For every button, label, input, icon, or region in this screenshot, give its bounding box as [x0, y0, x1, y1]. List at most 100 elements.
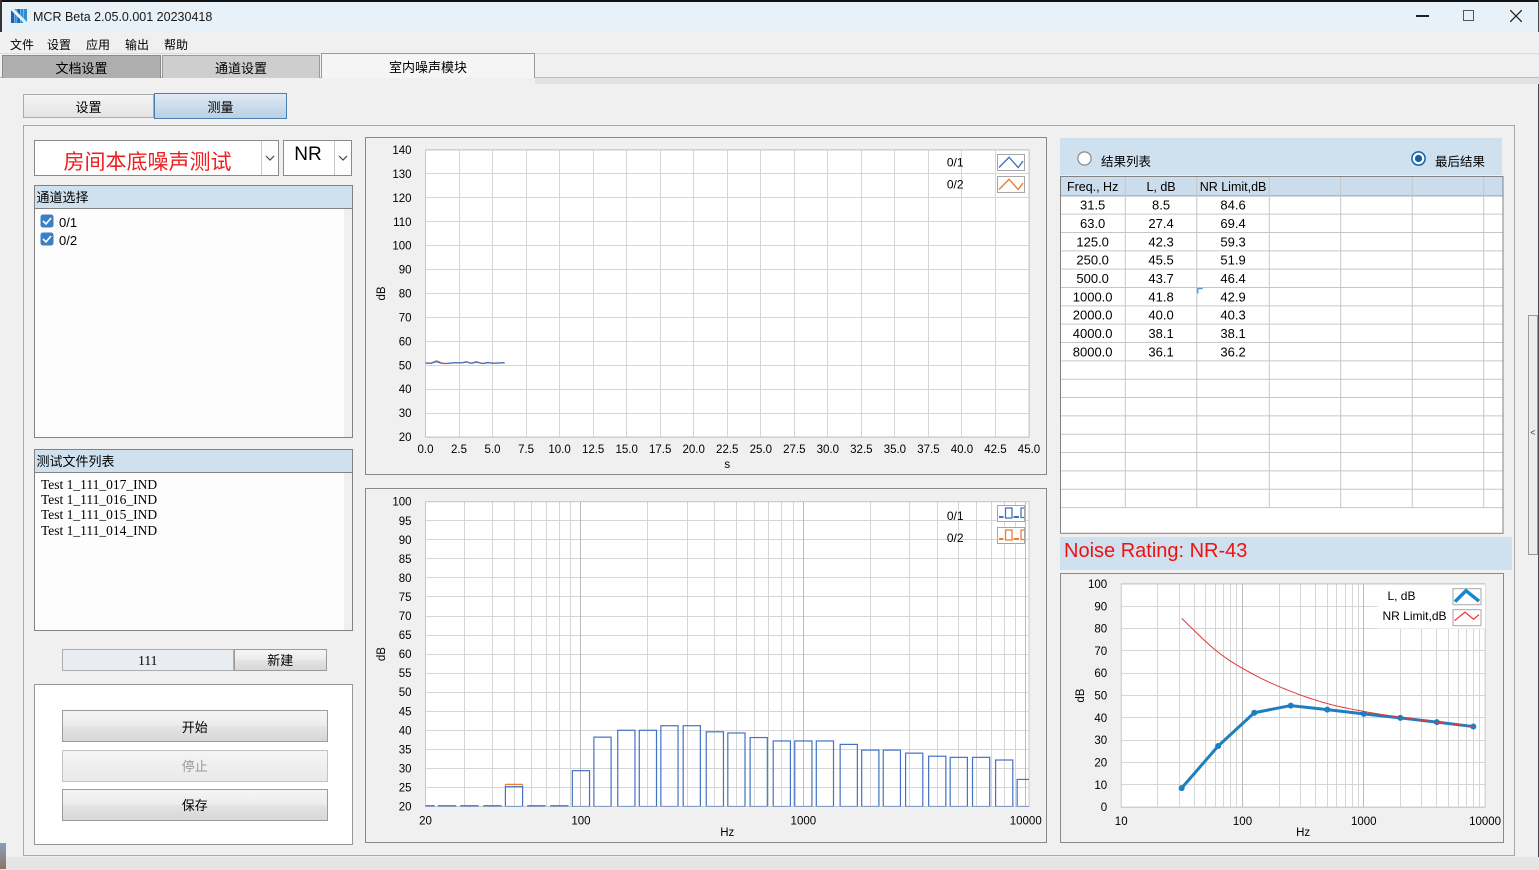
svg-text:22.5: 22.5 [716, 444, 738, 456]
svg-text:25: 25 [398, 782, 411, 794]
svg-text:1000: 1000 [1351, 816, 1377, 828]
svg-text:Hz: Hz [720, 827, 734, 839]
svg-text:0/1: 0/1 [946, 509, 963, 523]
svg-text:69.4: 69.4 [1220, 216, 1245, 231]
svg-text:10.0: 10.0 [548, 444, 570, 456]
svg-text:95: 95 [398, 516, 411, 528]
svg-text:70: 70 [1094, 646, 1107, 658]
svg-text:55: 55 [398, 668, 411, 680]
svg-text:30: 30 [1094, 735, 1107, 747]
svg-text:10: 10 [1114, 816, 1127, 828]
svg-text:60: 60 [398, 336, 411, 348]
svg-text:38.1: 38.1 [1148, 326, 1173, 341]
svg-text:100: 100 [392, 240, 411, 252]
svg-text:35.0: 35.0 [883, 444, 905, 456]
svg-text:L, dB: L, dB [1146, 180, 1175, 194]
svg-text:90: 90 [1094, 601, 1107, 613]
svg-text:NR Limit,dB: NR Limit,dB [1382, 609, 1446, 623]
svg-text:35: 35 [398, 744, 411, 756]
svg-text:27.5: 27.5 [783, 444, 805, 456]
svg-text:42.3: 42.3 [1148, 234, 1173, 249]
svg-text:40: 40 [398, 725, 411, 737]
svg-text:0/1: 0/1 [946, 155, 963, 169]
svg-text:120: 120 [392, 192, 411, 204]
svg-text:NR Limit,dB: NR Limit,dB [1200, 180, 1267, 194]
svg-text:40: 40 [398, 384, 411, 396]
svg-text:15.0: 15.0 [615, 444, 637, 456]
svg-text:63.0: 63.0 [1080, 216, 1105, 231]
svg-text:0.0: 0.0 [417, 444, 433, 456]
svg-text:85: 85 [398, 554, 411, 566]
svg-text:32.5: 32.5 [850, 444, 872, 456]
svg-text:10: 10 [1094, 780, 1107, 792]
svg-text:38.1: 38.1 [1220, 326, 1245, 341]
svg-text:59.3: 59.3 [1220, 234, 1245, 249]
svg-text:43.7: 43.7 [1148, 271, 1173, 286]
svg-text:40.0: 40.0 [950, 444, 972, 456]
svg-text:20.0: 20.0 [682, 444, 704, 456]
svg-text:dB: dB [376, 286, 388, 300]
svg-text:50: 50 [398, 687, 411, 699]
svg-text:Hz: Hz [1296, 827, 1310, 839]
svg-text:140: 140 [392, 145, 411, 157]
svg-text:90: 90 [398, 264, 411, 276]
svg-text:36.1: 36.1 [1148, 344, 1173, 359]
svg-text:1000.0: 1000.0 [1073, 289, 1113, 304]
svg-text:s: s [724, 459, 730, 471]
svg-text:65: 65 [398, 630, 411, 642]
svg-text:42.5: 42.5 [984, 444, 1006, 456]
svg-text:40: 40 [1094, 713, 1107, 725]
svg-text:84.6: 84.6 [1220, 197, 1245, 212]
svg-text:50: 50 [398, 360, 411, 372]
svg-text:70: 70 [398, 611, 411, 623]
svg-text:70: 70 [398, 312, 411, 324]
svg-text:8.5: 8.5 [1152, 197, 1170, 212]
svg-text:8000.0: 8000.0 [1073, 344, 1113, 359]
svg-text:30: 30 [398, 763, 411, 775]
svg-text:80: 80 [398, 288, 411, 300]
svg-text:0/2: 0/2 [946, 531, 963, 545]
svg-text:75: 75 [398, 592, 411, 604]
svg-text:42.9: 42.9 [1220, 289, 1245, 304]
svg-text:80: 80 [398, 573, 411, 585]
svg-text:0/2: 0/2 [946, 177, 963, 191]
svg-text:110: 110 [393, 216, 411, 228]
svg-text:17.5: 17.5 [648, 444, 670, 456]
svg-text:1000: 1000 [790, 816, 816, 828]
svg-text:20: 20 [419, 816, 432, 828]
svg-text:20: 20 [398, 432, 411, 444]
svg-text:27.4: 27.4 [1148, 216, 1173, 231]
svg-text:31.5: 31.5 [1080, 197, 1105, 212]
svg-text:12.5: 12.5 [581, 444, 603, 456]
svg-text:2000.0: 2000.0 [1073, 307, 1113, 322]
svg-text:51.9: 51.9 [1220, 252, 1245, 267]
svg-text:10000: 10000 [1009, 816, 1041, 828]
svg-text:36.2: 36.2 [1220, 344, 1245, 359]
svg-text:4000.0: 4000.0 [1073, 326, 1113, 341]
svg-text:2.5: 2.5 [451, 444, 467, 456]
svg-text:5.0: 5.0 [484, 444, 500, 456]
svg-text:25.0: 25.0 [749, 444, 771, 456]
svg-text:20: 20 [398, 802, 411, 814]
svg-text:500.0: 500.0 [1076, 271, 1109, 286]
svg-text:30: 30 [398, 408, 411, 420]
svg-text:45.0: 45.0 [1017, 444, 1039, 456]
svg-text:100: 100 [392, 497, 411, 509]
svg-text:80: 80 [1094, 623, 1107, 635]
svg-text:41.8: 41.8 [1148, 289, 1173, 304]
svg-text:250.0: 250.0 [1076, 252, 1109, 267]
svg-text:60: 60 [1094, 668, 1107, 680]
svg-text:37.5: 37.5 [917, 444, 939, 456]
svg-text:100: 100 [1232, 816, 1251, 828]
svg-text:60: 60 [398, 649, 411, 661]
svg-text:100: 100 [571, 816, 590, 828]
svg-text:dB: dB [376, 647, 388, 661]
svg-text:125.0: 125.0 [1076, 234, 1109, 249]
svg-text:45: 45 [398, 706, 411, 718]
svg-text:130: 130 [392, 168, 411, 180]
svg-text:20: 20 [1094, 757, 1107, 769]
svg-text:dB: dB [1075, 688, 1087, 702]
svg-text:90: 90 [398, 535, 411, 547]
svg-text:7.5: 7.5 [518, 444, 534, 456]
svg-text:50: 50 [1094, 690, 1107, 702]
